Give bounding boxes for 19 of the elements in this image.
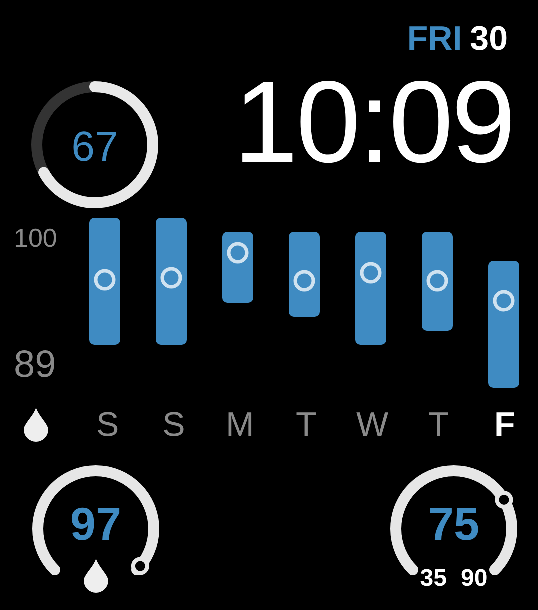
ring-value: 67 — [70, 126, 120, 168]
drop-icon — [24, 408, 48, 442]
day-of-month: 30 — [470, 22, 508, 56]
day-label: W — [355, 408, 390, 442]
day-label: M — [225, 408, 256, 442]
axis-label: 89 — [14, 346, 56, 384]
max-value: 90 — [461, 567, 488, 591]
weekday: FRI — [407, 22, 462, 56]
day-label: S — [162, 408, 186, 442]
day-label: T — [294, 408, 318, 442]
gauge-value: 97 — [69, 501, 123, 547]
day-label: S — [95, 408, 120, 442]
day-label: F — [493, 408, 516, 442]
min-value: 35 — [420, 567, 447, 591]
drop-icon — [84, 559, 108, 593]
day-label: T — [427, 408, 450, 442]
time: 10:09 — [234, 64, 514, 180]
axis-label: 100 — [14, 225, 58, 251]
gauge-value: 75 — [427, 501, 481, 547]
